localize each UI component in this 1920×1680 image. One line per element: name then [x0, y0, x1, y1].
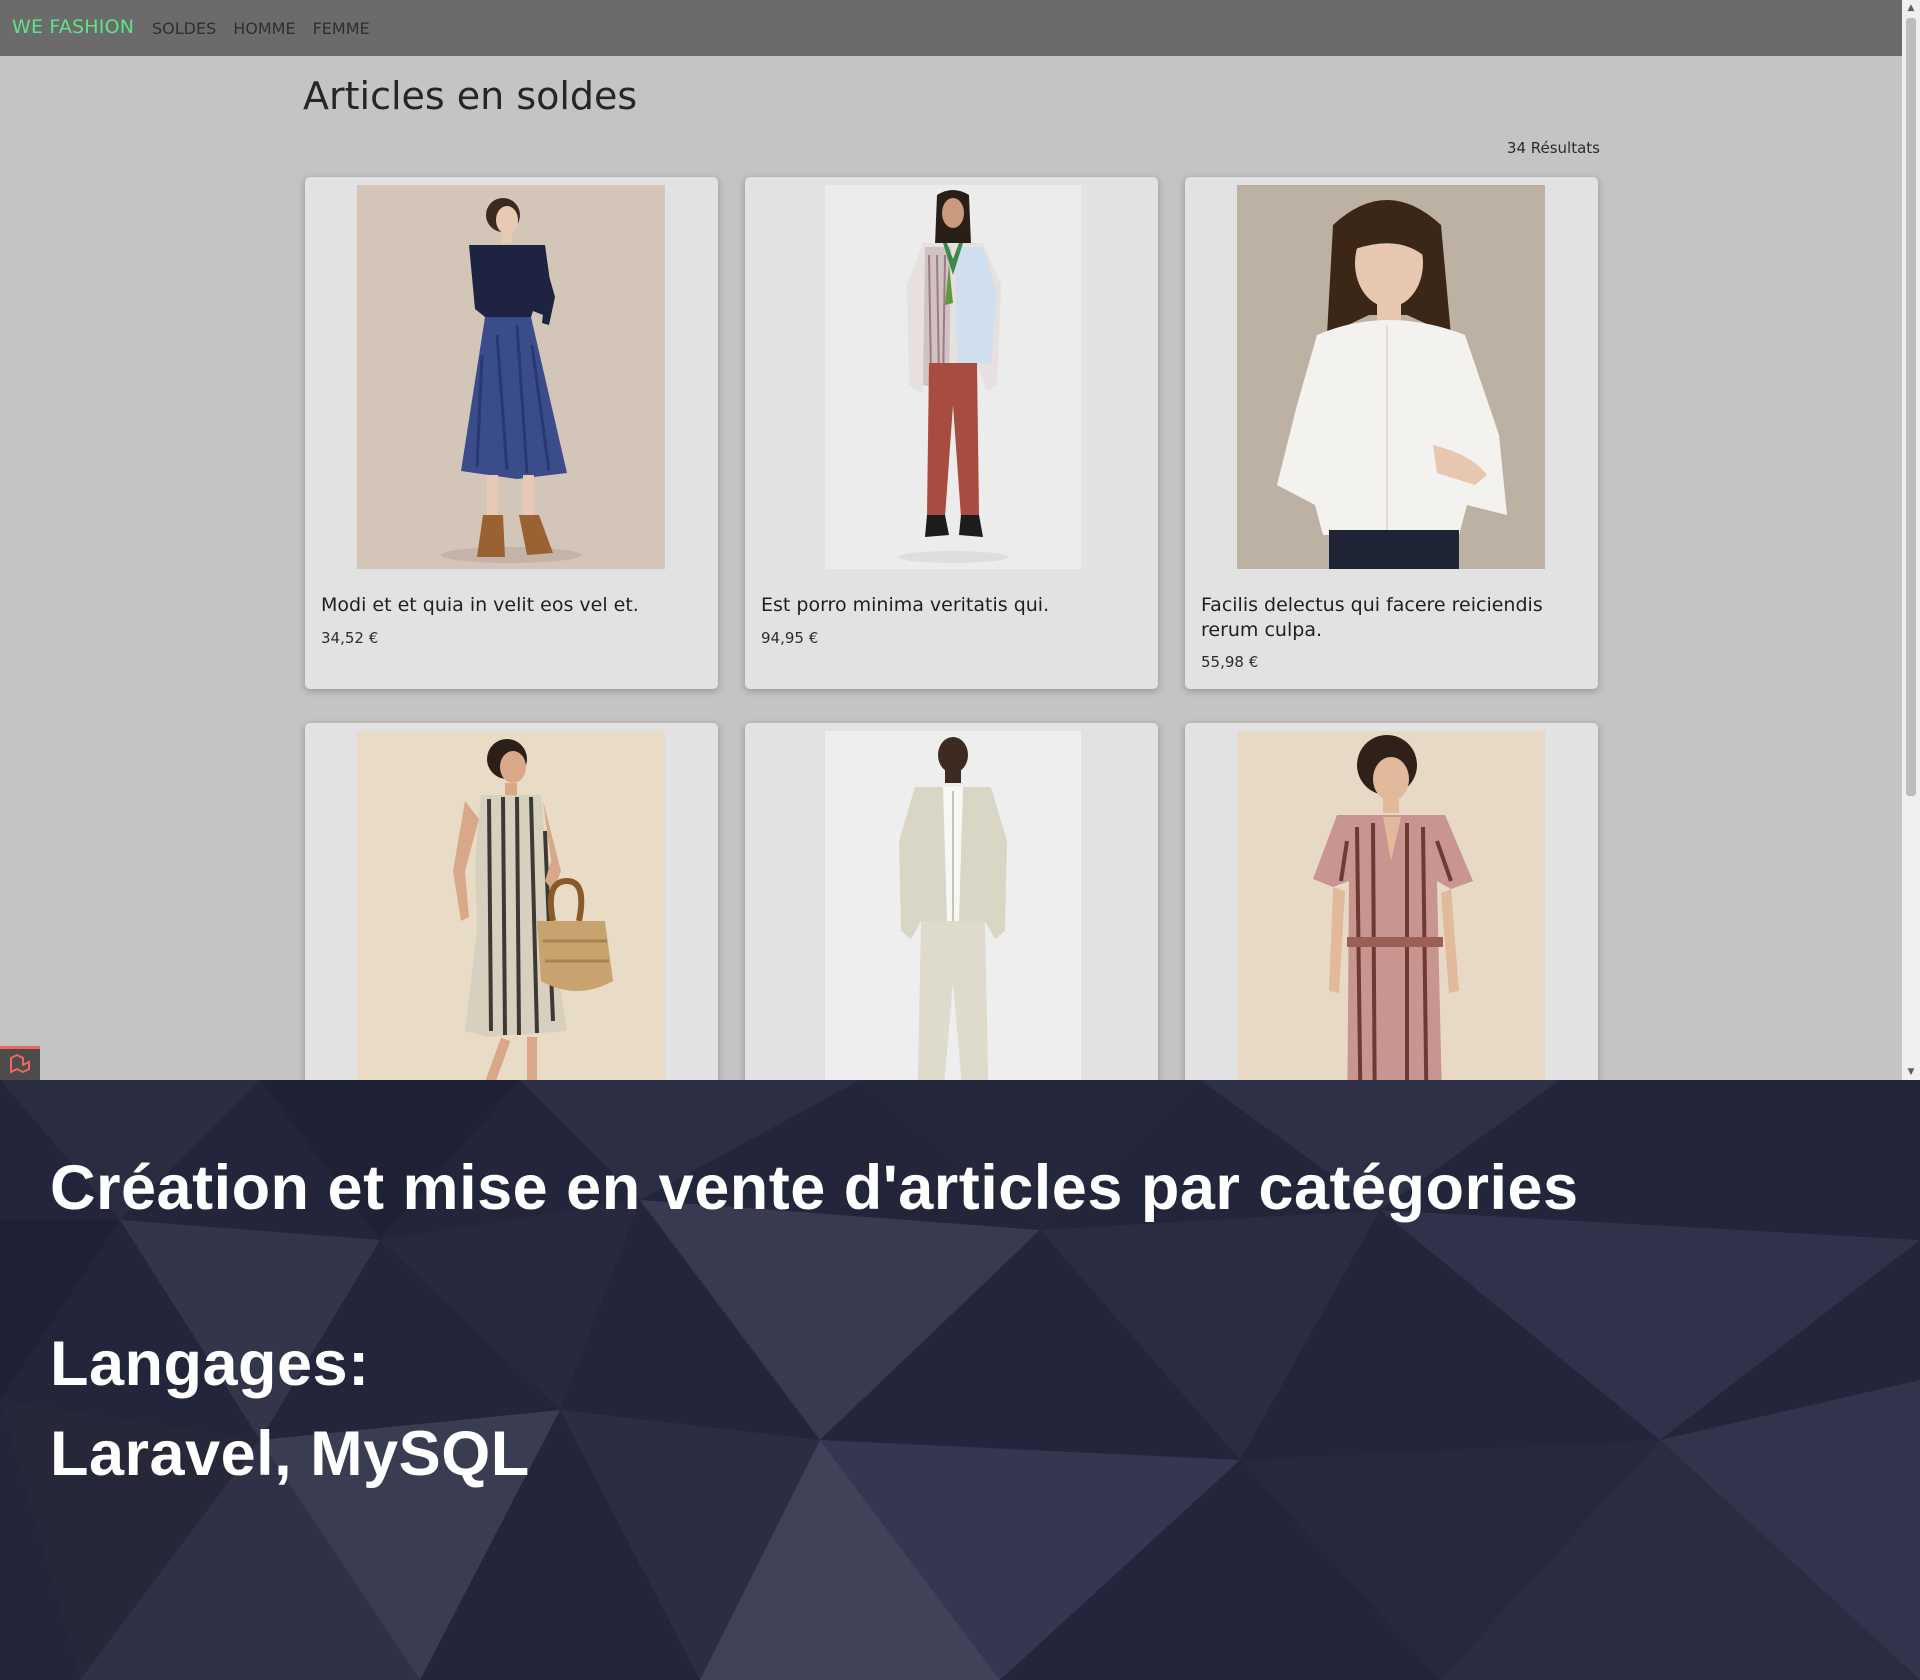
languages-label: Langages:	[50, 1329, 370, 1399]
scrollbar-thumb[interactable]	[1906, 18, 1916, 796]
product-image[interactable]	[357, 731, 665, 1080]
description-overlay: Création et mise en vente d'articles par…	[0, 1080, 1920, 1680]
product-card[interactable]: Modi et et quia in velit eos vel et. 34,…	[305, 177, 718, 689]
laravel-logo-icon	[10, 1053, 30, 1074]
product-title[interactable]: Modi et et quia in velit eos vel et.	[321, 593, 706, 618]
product-image[interactable]	[825, 185, 1081, 569]
languages-list: Laravel, MySQL	[50, 1419, 530, 1489]
product-card[interactable]: Est porro minima veritatis qui. 94,95 €	[745, 177, 1158, 689]
product-title[interactable]: Est porro minima veritatis qui.	[761, 593, 1146, 618]
page-title: Articles en soldes	[303, 74, 638, 118]
navbar: WE FASHION SOLDES HOMME FEMME	[0, 0, 1902, 56]
vertical-scrollbar[interactable]: ▲ ▼	[1902, 0, 1920, 1080]
nav-links: SOLDES HOMME FEMME	[152, 19, 370, 38]
scroll-down-arrow-icon[interactable]: ▼	[1902, 1064, 1920, 1080]
nav-link-homme[interactable]: HOMME	[233, 19, 295, 38]
product-card[interactable]	[305, 723, 718, 1080]
product-image[interactable]	[1237, 185, 1545, 569]
product-card[interactable]	[1185, 723, 1598, 1080]
web-page: WE FASHION SOLDES HOMME FEMME Articles e…	[0, 0, 1902, 1080]
product-image[interactable]	[825, 731, 1081, 1080]
product-price: 55,98 €	[1201, 653, 1259, 671]
brand-link[interactable]: WE FASHION	[12, 16, 134, 38]
result-count: 34 Résultats	[1506, 139, 1600, 157]
screenshot: WE FASHION SOLDES HOMME FEMME Articles e…	[0, 0, 1920, 1680]
product-price: 34,52 €	[321, 629, 379, 647]
product-title[interactable]: Facilis delectus qui facere reiciendis r…	[1201, 593, 1586, 643]
nav-link-soldes[interactable]: SOLDES	[152, 19, 216, 38]
nav-link-femme[interactable]: FEMME	[313, 19, 370, 38]
overlay-heading: Création et mise en vente d'articles par…	[50, 1153, 1579, 1223]
scroll-up-arrow-icon[interactable]: ▲	[1902, 0, 1920, 16]
product-price: 94,95 €	[761, 629, 819, 647]
product-card[interactable]	[745, 723, 1158, 1080]
debugbar-tab[interactable]	[0, 1046, 40, 1080]
product-card[interactable]: Facilis delectus qui facere reiciendis r…	[1185, 177, 1598, 689]
product-image[interactable]	[1237, 731, 1545, 1080]
product-image[interactable]	[357, 185, 665, 569]
